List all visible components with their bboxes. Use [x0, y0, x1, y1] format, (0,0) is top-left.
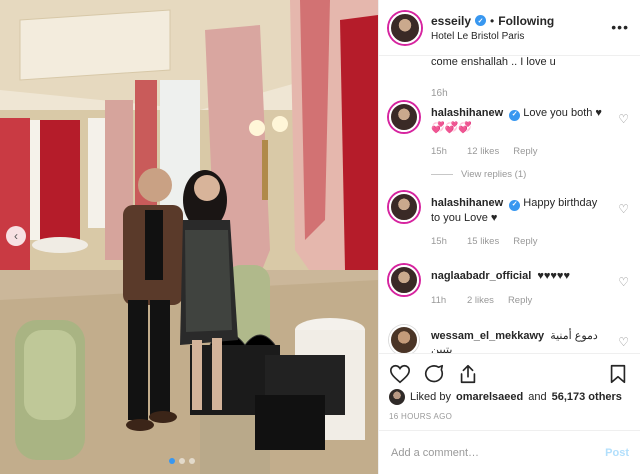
- like-comment-heart-icon[interactable]: ♡: [618, 112, 629, 126]
- post-side-panel: esseily ✓ • Following Hotel Le Bristol P…: [378, 0, 640, 474]
- instagram-post: ‹ esseily ✓ • Following Hotel Le Bristol…: [0, 0, 640, 474]
- caption-time: 16h: [431, 88, 448, 99]
- commenter-username[interactable]: halashihanew: [431, 197, 503, 209]
- view-replies-button[interactable]: View replies (1): [431, 169, 526, 180]
- verified-badge-icon: ✓: [509, 109, 521, 121]
- reply-button[interactable]: Reply: [513, 236, 537, 247]
- following-button[interactable]: Following: [498, 14, 554, 28]
- heart-icon[interactable]: [389, 363, 411, 385]
- commenter-avatar[interactable]: [389, 265, 419, 295]
- post-action-bar: [379, 353, 640, 393]
- comment-time: 15h: [431, 146, 447, 157]
- carousel-dots: [169, 458, 195, 464]
- comment-time: 15h: [431, 236, 447, 247]
- comment-text: ♥♥♥♥♥: [537, 270, 570, 282]
- commenter-username[interactable]: naglaabadr_official: [431, 270, 531, 282]
- caption-partial-text: come enshallah .. I love u: [431, 57, 556, 68]
- comment-likes[interactable]: 15 likes: [467, 236, 499, 247]
- verified-badge-icon: ✓: [475, 15, 487, 26]
- bookmark-icon[interactable]: [607, 363, 629, 385]
- post-photo[interactable]: ‹: [0, 0, 378, 474]
- view-replies-line: [431, 174, 453, 175]
- post-location[interactable]: Hotel Le Bristol Paris: [431, 31, 554, 42]
- like-comment-heart-icon[interactable]: ♡: [618, 275, 629, 289]
- more-options-icon[interactable]: •••: [611, 19, 629, 35]
- like-comment-heart-icon[interactable]: ♡: [618, 335, 629, 349]
- view-replies-label: View replies (1): [461, 169, 527, 180]
- photo-illustration: [0, 0, 378, 474]
- author-username[interactable]: esseily: [431, 14, 471, 28]
- comment-likes[interactable]: 2 likes: [467, 295, 494, 306]
- likes-count[interactable]: 56,173 others: [552, 391, 622, 403]
- comment-icon[interactable]: [423, 363, 445, 385]
- post-timestamp: 16 HOURS AGO: [389, 412, 453, 421]
- commenter-avatar[interactable]: [389, 325, 419, 353]
- like-comment-heart-icon[interactable]: ♡: [618, 202, 629, 216]
- comment-time: 11h: [431, 295, 447, 306]
- verified-badge-icon: ✓: [509, 199, 521, 211]
- comments-list: come enshallah .. I love u 16h halashiha…: [379, 57, 640, 353]
- carousel-dot-active: [169, 458, 175, 464]
- comment-input[interactable]: [391, 446, 606, 459]
- likes-summary: Liked by omarelsaeed and 56,173 others: [389, 389, 622, 405]
- follow-separator: •: [490, 13, 495, 28]
- liker-avatar: [389, 389, 405, 405]
- liker-username[interactable]: omarelsaeed: [456, 391, 523, 403]
- share-icon[interactable]: [457, 363, 479, 385]
- chevron-left-icon: ‹: [14, 229, 18, 243]
- commenter-avatar[interactable]: [389, 102, 419, 132]
- reply-button[interactable]: Reply: [508, 295, 532, 306]
- liked-by-prefix: Liked by: [410, 391, 451, 403]
- reply-button[interactable]: Reply: [513, 146, 537, 157]
- commenter-username[interactable]: halashihanew: [431, 107, 503, 119]
- carousel-dot: [179, 458, 185, 464]
- previous-slide-button[interactable]: ‹: [6, 226, 26, 246]
- liked-by-and: and: [528, 391, 547, 403]
- comment-likes[interactable]: 12 likes: [467, 146, 499, 157]
- post-header: esseily ✓ • Following Hotel Le Bristol P…: [379, 0, 640, 56]
- post-comment-button[interactable]: Post: [605, 447, 629, 459]
- add-comment-bar: Post: [379, 430, 640, 474]
- commenter-username[interactable]: wessam_el_mekkawy: [431, 330, 544, 342]
- author-avatar[interactable]: [389, 11, 421, 44]
- commenter-avatar[interactable]: [389, 192, 419, 222]
- carousel-dot: [189, 458, 195, 464]
